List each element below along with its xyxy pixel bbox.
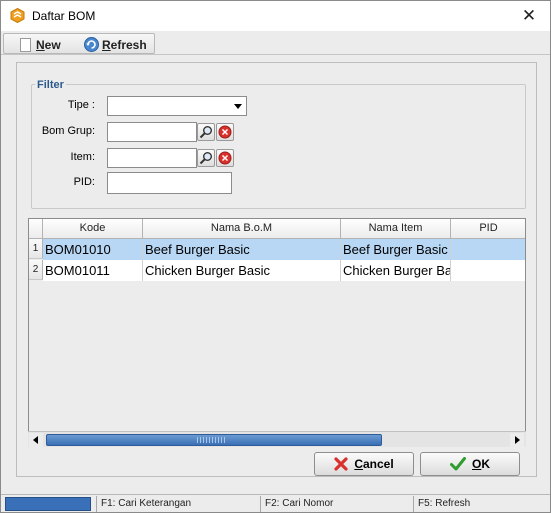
bom-grup-clear-button[interactable]: [216, 123, 234, 141]
item-input[interactable]: [107, 148, 197, 168]
cell-nama-item: Chicken Burger Basic: [341, 260, 451, 281]
clear-red-icon: [218, 125, 232, 139]
cell-pid: [451, 260, 525, 281]
filter-legend: Filter: [35, 79, 66, 91]
item-label: Item:: [70, 151, 95, 163]
new-button[interactable]: New: [20, 35, 61, 54]
new-document-icon: [20, 37, 31, 52]
clear-red-icon: [218, 151, 232, 165]
item-clear-button[interactable]: [216, 149, 234, 167]
magnifier-icon: [199, 126, 212, 139]
arrow-left-icon: [33, 436, 38, 444]
status-f2: F2: Cari Nomor: [260, 496, 333, 512]
cell-kode: BOM01011: [43, 260, 143, 281]
toolbar-group: New Refresh: [3, 33, 155, 54]
title-bar: Daftar BOM ✕: [1, 1, 550, 31]
cell-pid: [451, 239, 525, 260]
column-header-pid[interactable]: PID: [451, 219, 525, 239]
table-row[interactable]: BOM01010 Beef Burger Basic Beef Burger B…: [43, 239, 525, 260]
cell-nama-bom: Beef Burger Basic: [143, 239, 341, 260]
table-row[interactable]: BOM01011 Chicken Burger Basic Chicken Bu…: [43, 260, 525, 281]
refresh-icon: [84, 37, 99, 52]
close-icon[interactable]: ✕: [516, 4, 542, 28]
refresh-label: Refresh: [102, 37, 147, 52]
status-f1: F1: Cari Keterangan: [96, 496, 191, 512]
scroll-left-button[interactable]: [29, 433, 43, 447]
app-icon: [10, 8, 25, 23]
item-search-button[interactable]: [197, 149, 215, 167]
tipe-select[interactable]: [107, 96, 247, 116]
row-number[interactable]: 2: [29, 260, 43, 280]
red-x-icon: [334, 457, 348, 471]
magnifier-icon: [199, 152, 212, 165]
table-corner: [29, 219, 43, 239]
pid-input[interactable]: [107, 172, 232, 194]
content-panel: Filter Tipe : Bom Grup: Item: PID: Kode …: [16, 62, 537, 477]
bom-grup-label: Bom Grup:: [41, 125, 95, 137]
window-title: Daftar BOM: [32, 9, 96, 23]
status-progress: [5, 497, 91, 511]
ok-button[interactable]: OK: [420, 452, 520, 476]
grip-icon: [197, 437, 227, 443]
pid-label: PID:: [73, 176, 95, 188]
ok-label: OK: [471, 457, 490, 471]
scroll-right-button[interactable]: [510, 433, 524, 447]
column-header-kode[interactable]: Kode: [43, 219, 143, 239]
bom-grup-search-button[interactable]: [197, 123, 215, 141]
new-label: New: [36, 37, 61, 52]
column-header-nama-item[interactable]: Nama Item: [341, 219, 451, 239]
refresh-button[interactable]: Refresh: [84, 35, 147, 54]
horizontal-scrollbar[interactable]: [28, 431, 526, 447]
filter-group: [31, 84, 526, 209]
tipe-label: Tipe :: [67, 99, 95, 111]
cancel-label: Cancel: [354, 457, 394, 471]
chevron-down-icon: [234, 104, 242, 109]
toolbar: New Refresh: [1, 32, 550, 55]
green-check-icon: [449, 457, 466, 471]
scrollbar-thumb[interactable]: [46, 434, 382, 446]
bom-list-window: Daftar BOM ✕ New Refresh Filter Tipe : B…: [0, 0, 551, 513]
cell-kode: BOM01010: [43, 239, 143, 260]
column-header-nama-bom[interactable]: Nama B.o.M: [143, 219, 341, 239]
cell-nama-item: Beef Burger Basic: [341, 239, 451, 260]
cancel-button[interactable]: Cancel: [314, 452, 414, 476]
status-bar: F1: Cari Keterangan F2: Cari Nomor F5: R…: [1, 494, 550, 512]
row-number[interactable]: 1: [29, 239, 43, 259]
bom-grup-input[interactable]: [107, 122, 197, 142]
bom-table: Kode Nama B.o.M Nama Item PID 1 BOM01010…: [28, 218, 526, 447]
cell-nama-bom: Chicken Burger Basic: [143, 260, 341, 281]
status-f5: F5: Refresh: [413, 496, 470, 512]
arrow-right-icon: [515, 436, 520, 444]
